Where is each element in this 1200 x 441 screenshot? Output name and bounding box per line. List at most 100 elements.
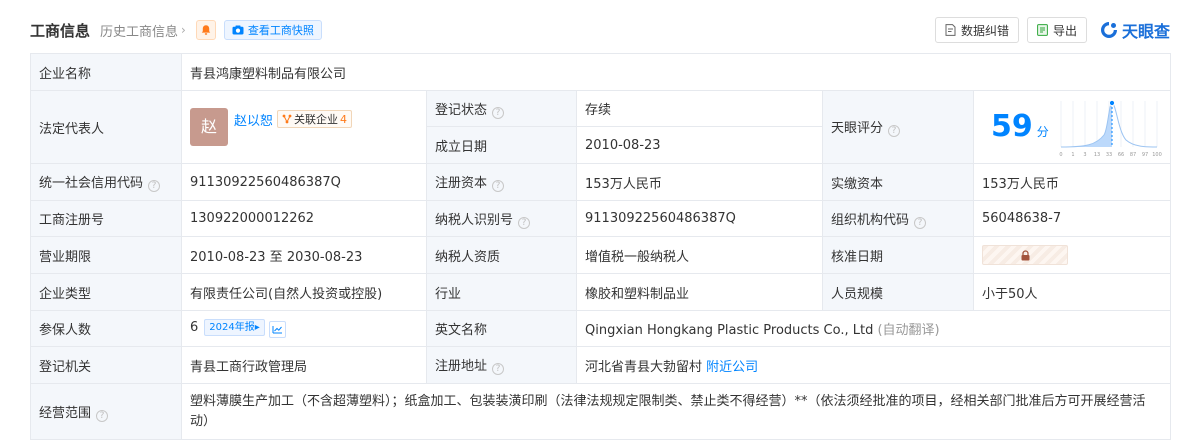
export-button[interactable]: 导出 — [1026, 17, 1087, 43]
snapshot-label: 查看工商快照 — [247, 24, 314, 37]
english-name: Qingxian Hongkang Plastic Products Co., … — [585, 323, 874, 338]
reg-authority: 青县工商行政管理局 — [181, 346, 427, 384]
reg-address: 河北省青县大勃留村 — [585, 359, 703, 375]
credit-code: 91130922560486387Q — [181, 163, 427, 201]
chart-tick-label: 97 — [1142, 152, 1148, 158]
chart-tick-label: 13 — [1094, 152, 1100, 158]
tianyan-score-label-cell: 天眼评分? — [822, 90, 974, 164]
header-actions: 数据纠错 导出 天眼查 — [927, 17, 1170, 43]
founded-date: 2010-08-23 — [576, 126, 823, 164]
avatar: 赵 — [190, 108, 228, 146]
company-type-label: 企业类型 — [30, 273, 182, 311]
paid-capital-label: 实缴资本 — [822, 163, 974, 201]
tianyan-score-label: 天眼评分 — [831, 121, 884, 136]
table-row: 工商注册号 130922000012262 纳税人识别号? 9113092256… — [30, 200, 1172, 237]
legal-rep-cell: 赵 赵以恕 关联企业 4 — [181, 90, 427, 164]
help-icon[interactable]: ? — [148, 180, 161, 192]
help-icon[interactable]: ? — [914, 216, 927, 229]
annual-report-tag[interactable]: 2024年报▸ — [204, 319, 265, 336]
taxpayer-id: 91130922560486387Q — [576, 200, 823, 237]
reg-no-label: 工商注册号 — [30, 200, 182, 237]
legal-rep-name[interactable]: 赵以恕 — [234, 110, 273, 129]
table-row: 法定代表人 赵 赵以恕 关联企业 4 登记状态? 存续 天眼评分 ? 59 分 … — [30, 90, 1172, 164]
org-code: 56048638-7 — [972, 200, 1172, 237]
chart-tick-label: 100 — [1152, 152, 1162, 158]
history-link[interactable]: 历史工商信息 › — [100, 21, 186, 40]
help-icon[interactable]: ? — [96, 409, 109, 422]
chevron-right-icon: › — [181, 23, 186, 37]
section-header: 工商信息 历史工商信息 › 查看工商快照 数据纠错 导出 天眼查 — [30, 14, 1170, 46]
credit-code-label: 统一社会信用代码 — [39, 176, 144, 191]
taxpayer-id-label: 纳税人识别号 — [435, 212, 514, 228]
reg-status-label-cell: 登记状态? — [426, 90, 577, 127]
table-row: 参保人数 6 2024年报▸ 英文名称 Qingxian Hongkang Pla… — [30, 310, 1172, 347]
org-code-label-cell: 组织机构代码? — [822, 200, 974, 237]
table-row: 企业类型 有限责任公司(自然人投资或控股) 行业 橡胶和塑料制品业 人员规模 小… — [30, 273, 1172, 311]
insured-count: 6 — [190, 320, 199, 335]
reg-capital-label: 注册资本 — [435, 176, 488, 191]
chart-tick-label: 1 — [1071, 152, 1074, 158]
section-title: 工商信息 — [30, 21, 91, 40]
authority-label: 登记机关 — [30, 346, 182, 384]
help-icon[interactable]: ? — [888, 125, 901, 137]
score-distribution-chart: 0 1 3 13 33 66 87 97 100 — [1059, 99, 1162, 158]
distribution-curve-area — [1061, 103, 1112, 147]
scope-label: 经营范围 — [39, 405, 92, 421]
camera-icon — [232, 25, 244, 35]
business-info-panel: 工商信息 历史工商信息 › 查看工商快照 数据纠错 导出 天眼查 企业名称 青县… — [0, 0, 1200, 441]
table-row: 统一社会信用代码? 91130922560486387Q 注册资本? 153万人… — [30, 163, 1172, 201]
legal-rep-label: 法定代表人 — [30, 90, 182, 164]
history-label: 历史工商信息 — [100, 24, 179, 40]
annual-report-label: 2024年报 — [209, 322, 255, 333]
industry: 橡胶和塑料制品业 — [576, 273, 823, 311]
trend-chart-icon[interactable] — [268, 321, 286, 338]
business-term: 2010-08-23 至 2030-08-23 — [181, 236, 427, 274]
locked-value[interactable] — [982, 245, 1068, 265]
chart-tick-label: 33 — [1106, 152, 1112, 158]
chart-tick-labels: 0 1 3 13 33 66 87 97 100 — [1059, 152, 1161, 158]
tianyancha-logo-icon — [1100, 22, 1117, 38]
tianyan-score: 59 — [991, 109, 1033, 144]
approve-date-label: 核准日期 — [822, 236, 974, 274]
snapshot-button[interactable]: 查看工商快照 — [223, 20, 322, 40]
approve-date-cell — [972, 236, 1172, 274]
reg-status-label: 登记状态 — [435, 102, 488, 118]
export-label: 导出 — [1052, 23, 1077, 38]
staff-size: 小于50人 — [972, 273, 1172, 311]
address-label-cell: 注册地址? — [426, 346, 577, 384]
address-cell: 河北省青县大勃留村 附近公司 — [575, 346, 1172, 384]
reg-status: 存续 — [576, 90, 823, 127]
company-name-label: 企业名称 — [30, 53, 182, 91]
help-icon[interactable]: ? — [518, 216, 531, 229]
data-correct-button[interactable]: 数据纠错 — [934, 17, 1019, 43]
term-label: 营业期限 — [30, 236, 182, 274]
tianyan-score-cell: 59 分 0 1 3 13 33 66 87 97 100 — [972, 90, 1172, 164]
taxpayer-qual-label: 纳税人资质 — [426, 236, 577, 274]
score-unit: 分 — [1036, 125, 1049, 139]
taxpayer-id-label-cell: 纳税人识别号? — [426, 200, 577, 237]
related-companies-badge[interactable]: 关联企业 4 — [277, 110, 353, 128]
nearby-companies-link[interactable]: 附近公司 — [706, 360, 758, 375]
insured-label: 参保人数 — [30, 310, 182, 347]
help-icon[interactable]: ? — [492, 106, 505, 119]
business-info-table: 企业名称 青县鸿康塑料制品有限公司 法定代表人 赵 赵以恕 关联企业 4 登记状… — [30, 53, 1172, 440]
table-row: 登记机关 青县工商行政管理局 注册地址? 河北省青县大勃留村 附近公司 — [30, 346, 1172, 384]
document-edit-icon — [945, 24, 956, 36]
industry-label: 行业 — [426, 273, 577, 311]
company-type: 有限责任公司(自然人投资或控股) — [181, 273, 427, 311]
help-icon[interactable]: ? — [492, 363, 505, 375]
business-scope: 塑料薄膜生产加工（不含超薄塑料）；纸盒加工、包装装潢印刷（法律法规规定限制类、禁… — [180, 383, 1172, 440]
auto-translate-note: (自动翻译) — [877, 323, 940, 338]
lock-icon — [1021, 249, 1029, 260]
chart-tick-label: 0 — [1059, 152, 1062, 158]
chart-tick-label: 66 — [1118, 152, 1124, 158]
table-row: 营业期限 2010-08-23 至 2030-08-23 纳税人资质 增值税一般… — [30, 236, 1172, 274]
insured-cell: 6 2024年报▸ — [181, 310, 427, 347]
bell-icon[interactable] — [195, 20, 216, 40]
help-icon[interactable]: ? — [492, 180, 505, 192]
export-icon — [1037, 24, 1048, 36]
network-icon — [282, 114, 292, 124]
related-label: 关联企业 — [294, 113, 339, 126]
chart-tick-label: 87 — [1130, 152, 1136, 158]
reg-no: 130922000012262 — [181, 200, 427, 237]
